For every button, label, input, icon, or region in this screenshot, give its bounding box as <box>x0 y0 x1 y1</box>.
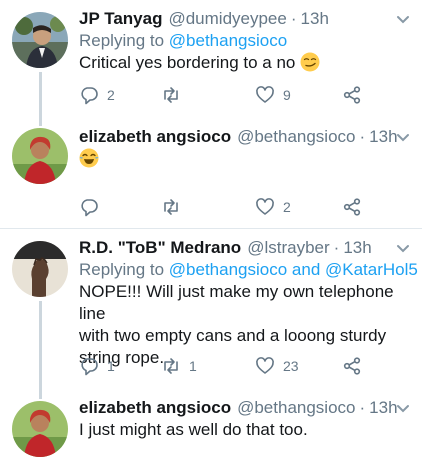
like-count: 9 <box>283 87 291 103</box>
thread-line <box>39 301 42 389</box>
chevron-down-icon[interactable] <box>394 128 412 146</box>
face-with-tears-of-joy-emoji-icon <box>79 148 99 168</box>
user-handle[interactable]: @lstrayber <box>247 237 329 259</box>
tweet-content: elizabeth angsioco @bethangsioco · 13h I… <box>79 397 412 441</box>
reply-count: 1 <box>107 358 115 374</box>
like-button[interactable]: 2 <box>255 196 291 218</box>
replying-to-prefix: Replying to <box>79 260 165 279</box>
replying-to: Replying to @bethangsioco <box>79 30 412 52</box>
like-icon <box>256 357 274 374</box>
like-icon <box>256 86 274 103</box>
share-icon <box>343 198 361 216</box>
tweet-actions: 2 9 <box>79 84 379 106</box>
reply-count: 2 <box>107 87 115 103</box>
display-name[interactable]: elizabeth angsioco <box>79 126 231 148</box>
retweet-button[interactable] <box>161 196 181 218</box>
tweet-text: I just might as well do that too. <box>79 420 308 439</box>
tweet-content: JP Tanyag @dumidyeypee · 13h Replying to… <box>79 8 412 74</box>
avatar-column <box>12 241 68 297</box>
tweet-text-body: Critical yes bordering to a no <box>79 53 296 72</box>
thread-line <box>39 389 42 399</box>
avatar-elizabeth-angsioco[interactable] <box>12 128 68 184</box>
reply-icon <box>81 87 98 105</box>
tweet-text-line: NOPE!!! Will just make my own telephone … <box>79 282 394 323</box>
chevron-down-icon[interactable] <box>394 10 412 28</box>
user-handle[interactable]: @bethangsioco <box>237 397 355 419</box>
smirking-face-emoji-icon <box>300 52 320 72</box>
user-handle[interactable]: @dumidyeypee <box>168 8 286 30</box>
chevron-down-icon[interactable] <box>394 399 412 417</box>
timestamp[interactable]: 13h <box>343 237 371 259</box>
retweet-icon <box>164 358 178 374</box>
tweet-header: elizabeth angsioco @bethangsioco · 13h <box>79 126 412 148</box>
thread-line <box>39 72 42 116</box>
reply-icon <box>81 358 98 376</box>
timestamp[interactable]: 13h <box>301 8 329 30</box>
avatar-rd-tob-medrano[interactable] <box>12 241 68 297</box>
separator-dot: · <box>290 9 297 28</box>
chevron-down-icon[interactable] <box>394 239 412 257</box>
tweet-rd-tob-medrano[interactable]: R.D. "ToB" Medrano @lstrayber · 13h Repl… <box>0 229 422 389</box>
tweet-actions: 2 <box>79 196 379 218</box>
separator-dot: · <box>359 127 366 146</box>
replying-to-link[interactable]: @bethangsioco and @KatarHol5 <box>169 260 418 279</box>
retweet-button[interactable]: 1 <box>161 355 197 377</box>
like-count: 23 <box>283 358 299 374</box>
avatar-column <box>12 12 68 68</box>
tweet-header: R.D. "ToB" Medrano @lstrayber · 13h <box>79 237 412 259</box>
share-icon <box>343 86 361 104</box>
reply-icon <box>81 199 98 217</box>
retweet-icon <box>164 199 178 215</box>
share-button[interactable] <box>342 84 362 106</box>
retweet-icon <box>164 87 178 103</box>
avatar-jp-tanyag[interactable] <box>12 12 68 68</box>
user-handle[interactable]: @bethangsioco <box>237 126 355 148</box>
retweet-count: 1 <box>189 358 197 374</box>
tweet-content: elizabeth angsioco @bethangsioco · 13h <box>79 126 412 170</box>
tweet-jp-tanyag[interactable]: JP Tanyag @dumidyeypee · 13h Replying to… <box>0 0 422 116</box>
share-button[interactable] <box>342 196 362 218</box>
reply-button[interactable] <box>79 196 99 218</box>
tweet-elizabeth-angsioco[interactable]: elizabeth angsioco @bethangsioco · 13h 2 <box>0 116 422 228</box>
like-button[interactable]: 23 <box>255 355 299 377</box>
display-name[interactable]: elizabeth angsioco <box>79 397 231 419</box>
avatar-column <box>12 401 68 457</box>
reply-button[interactable]: 2 <box>79 84 115 106</box>
tweet-text: Critical yes bordering to a no <box>79 52 412 74</box>
share-icon <box>343 357 361 375</box>
thread-line <box>39 116 42 126</box>
tweet-text <box>79 148 412 170</box>
tweet-header: elizabeth angsioco @bethangsioco · 13h <box>79 397 412 419</box>
tweet-content: R.D. "ToB" Medrano @lstrayber · 13h Repl… <box>79 237 418 369</box>
tweet-text-line: with two empty cans and a looong sturdy <box>79 326 387 345</box>
replying-to-prefix: Replying to <box>79 31 165 50</box>
avatar-elizabeth-angsioco[interactable] <box>12 401 68 457</box>
display-name[interactable]: JP Tanyag <box>79 8 162 30</box>
separator-dot: · <box>333 238 340 257</box>
like-icon <box>256 198 274 215</box>
tweet-header: JP Tanyag @dumidyeypee · 13h <box>79 8 412 30</box>
reply-button[interactable]: 1 <box>79 355 115 377</box>
tweet-actions: 1 1 23 <box>79 355 379 377</box>
display-name[interactable]: R.D. "ToB" Medrano <box>79 237 241 259</box>
retweet-button[interactable] <box>161 84 181 106</box>
tweet-elizabeth-angsioco-reply[interactable]: elizabeth angsioco @bethangsioco · 13h I… <box>0 389 422 460</box>
like-count: 2 <box>283 199 291 215</box>
replying-to: Replying to @bethangsioco and @KatarHol5 <box>79 259 418 281</box>
avatar-column <box>12 128 68 184</box>
like-button[interactable]: 9 <box>255 84 291 106</box>
separator-dot: · <box>359 398 366 417</box>
share-button[interactable] <box>342 355 362 377</box>
replying-to-link[interactable]: @bethangsioco <box>169 31 287 50</box>
